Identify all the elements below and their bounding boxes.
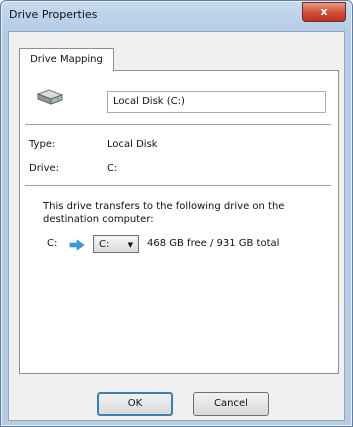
space-info: 468 GB free / 931 GB total: [147, 238, 280, 249]
ok-button[interactable]: OK: [97, 392, 173, 416]
drive-name-field[interactable]: Local Disk (C:): [107, 91, 326, 113]
cancel-button[interactable]: Cancel: [193, 392, 269, 416]
separator-top: [25, 124, 331, 125]
drive-properties-window: Drive Properties x Drive Mapping Local D…: [0, 0, 353, 427]
right-arrow-icon: [69, 239, 85, 251]
separator-bottom: [25, 185, 331, 186]
close-icon: x: [320, 5, 328, 18]
target-drive-select[interactable]: C: ▼: [93, 235, 139, 253]
close-button[interactable]: x: [302, 2, 346, 22]
source-drive-label: C:: [47, 238, 58, 249]
drive-label: Drive:: [29, 163, 60, 174]
tab-drive-mapping[interactable]: Drive Mapping: [19, 48, 114, 71]
dialog-client-area: Drive Mapping Local Disk (C:) Type: Loca…: [8, 31, 345, 421]
hard-disk-icon: [36, 89, 64, 105]
chevron-down-icon: ▼: [127, 241, 133, 249]
drive-value: C:: [107, 163, 118, 174]
mapping-description: This drive transfers to the following dr…: [43, 201, 285, 225]
type-label: Type:: [29, 139, 56, 150]
type-value: Local Disk: [107, 139, 158, 150]
target-drive-value: C:: [99, 239, 110, 250]
title-bar[interactable]: Drive Properties x: [1, 1, 352, 31]
window-title: Drive Properties: [9, 8, 98, 21]
